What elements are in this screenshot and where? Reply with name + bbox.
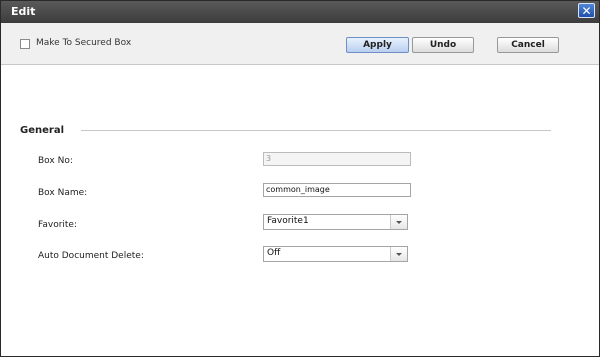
auto-delete-dropdown[interactable]: Off: [263, 246, 408, 262]
dialog-title: Edit: [11, 5, 36, 18]
apply-button[interactable]: Apply: [346, 37, 409, 53]
favorite-selected-value: Favorite1: [267, 216, 309, 226]
secured-box-checkbox[interactable]: [20, 39, 30, 49]
auto-delete-selected-value: Off: [267, 248, 281, 258]
close-icon[interactable]: ✕: [578, 3, 595, 18]
section-divider: [81, 130, 551, 131]
general-section-title: General: [20, 125, 64, 136]
box-no-field: 3: [263, 152, 411, 166]
box-name-field[interactable]: common_image: [263, 183, 411, 197]
favorite-dropdown[interactable]: Favorite1: [263, 214, 408, 230]
favorite-label: Favorite:: [38, 220, 77, 230]
edit-dialog: Edit ✕ Make To Secured Box Apply Undo Ca…: [0, 0, 600, 357]
box-name-label: Box Name:: [38, 188, 88, 198]
chevron-down-icon[interactable]: [390, 247, 407, 261]
undo-button[interactable]: Undo: [412, 37, 474, 53]
title-bar: Edit ✕: [1, 1, 599, 23]
cancel-button[interactable]: Cancel: [497, 37, 559, 53]
auto-delete-label: Auto Document Delete:: [38, 251, 144, 261]
chevron-down-icon[interactable]: [390, 215, 407, 229]
toolbar: Make To Secured Box Apply Undo Cancel: [1, 23, 599, 65]
box-no-label: Box No:: [38, 156, 73, 166]
secured-box-label[interactable]: Make To Secured Box: [36, 38, 131, 48]
